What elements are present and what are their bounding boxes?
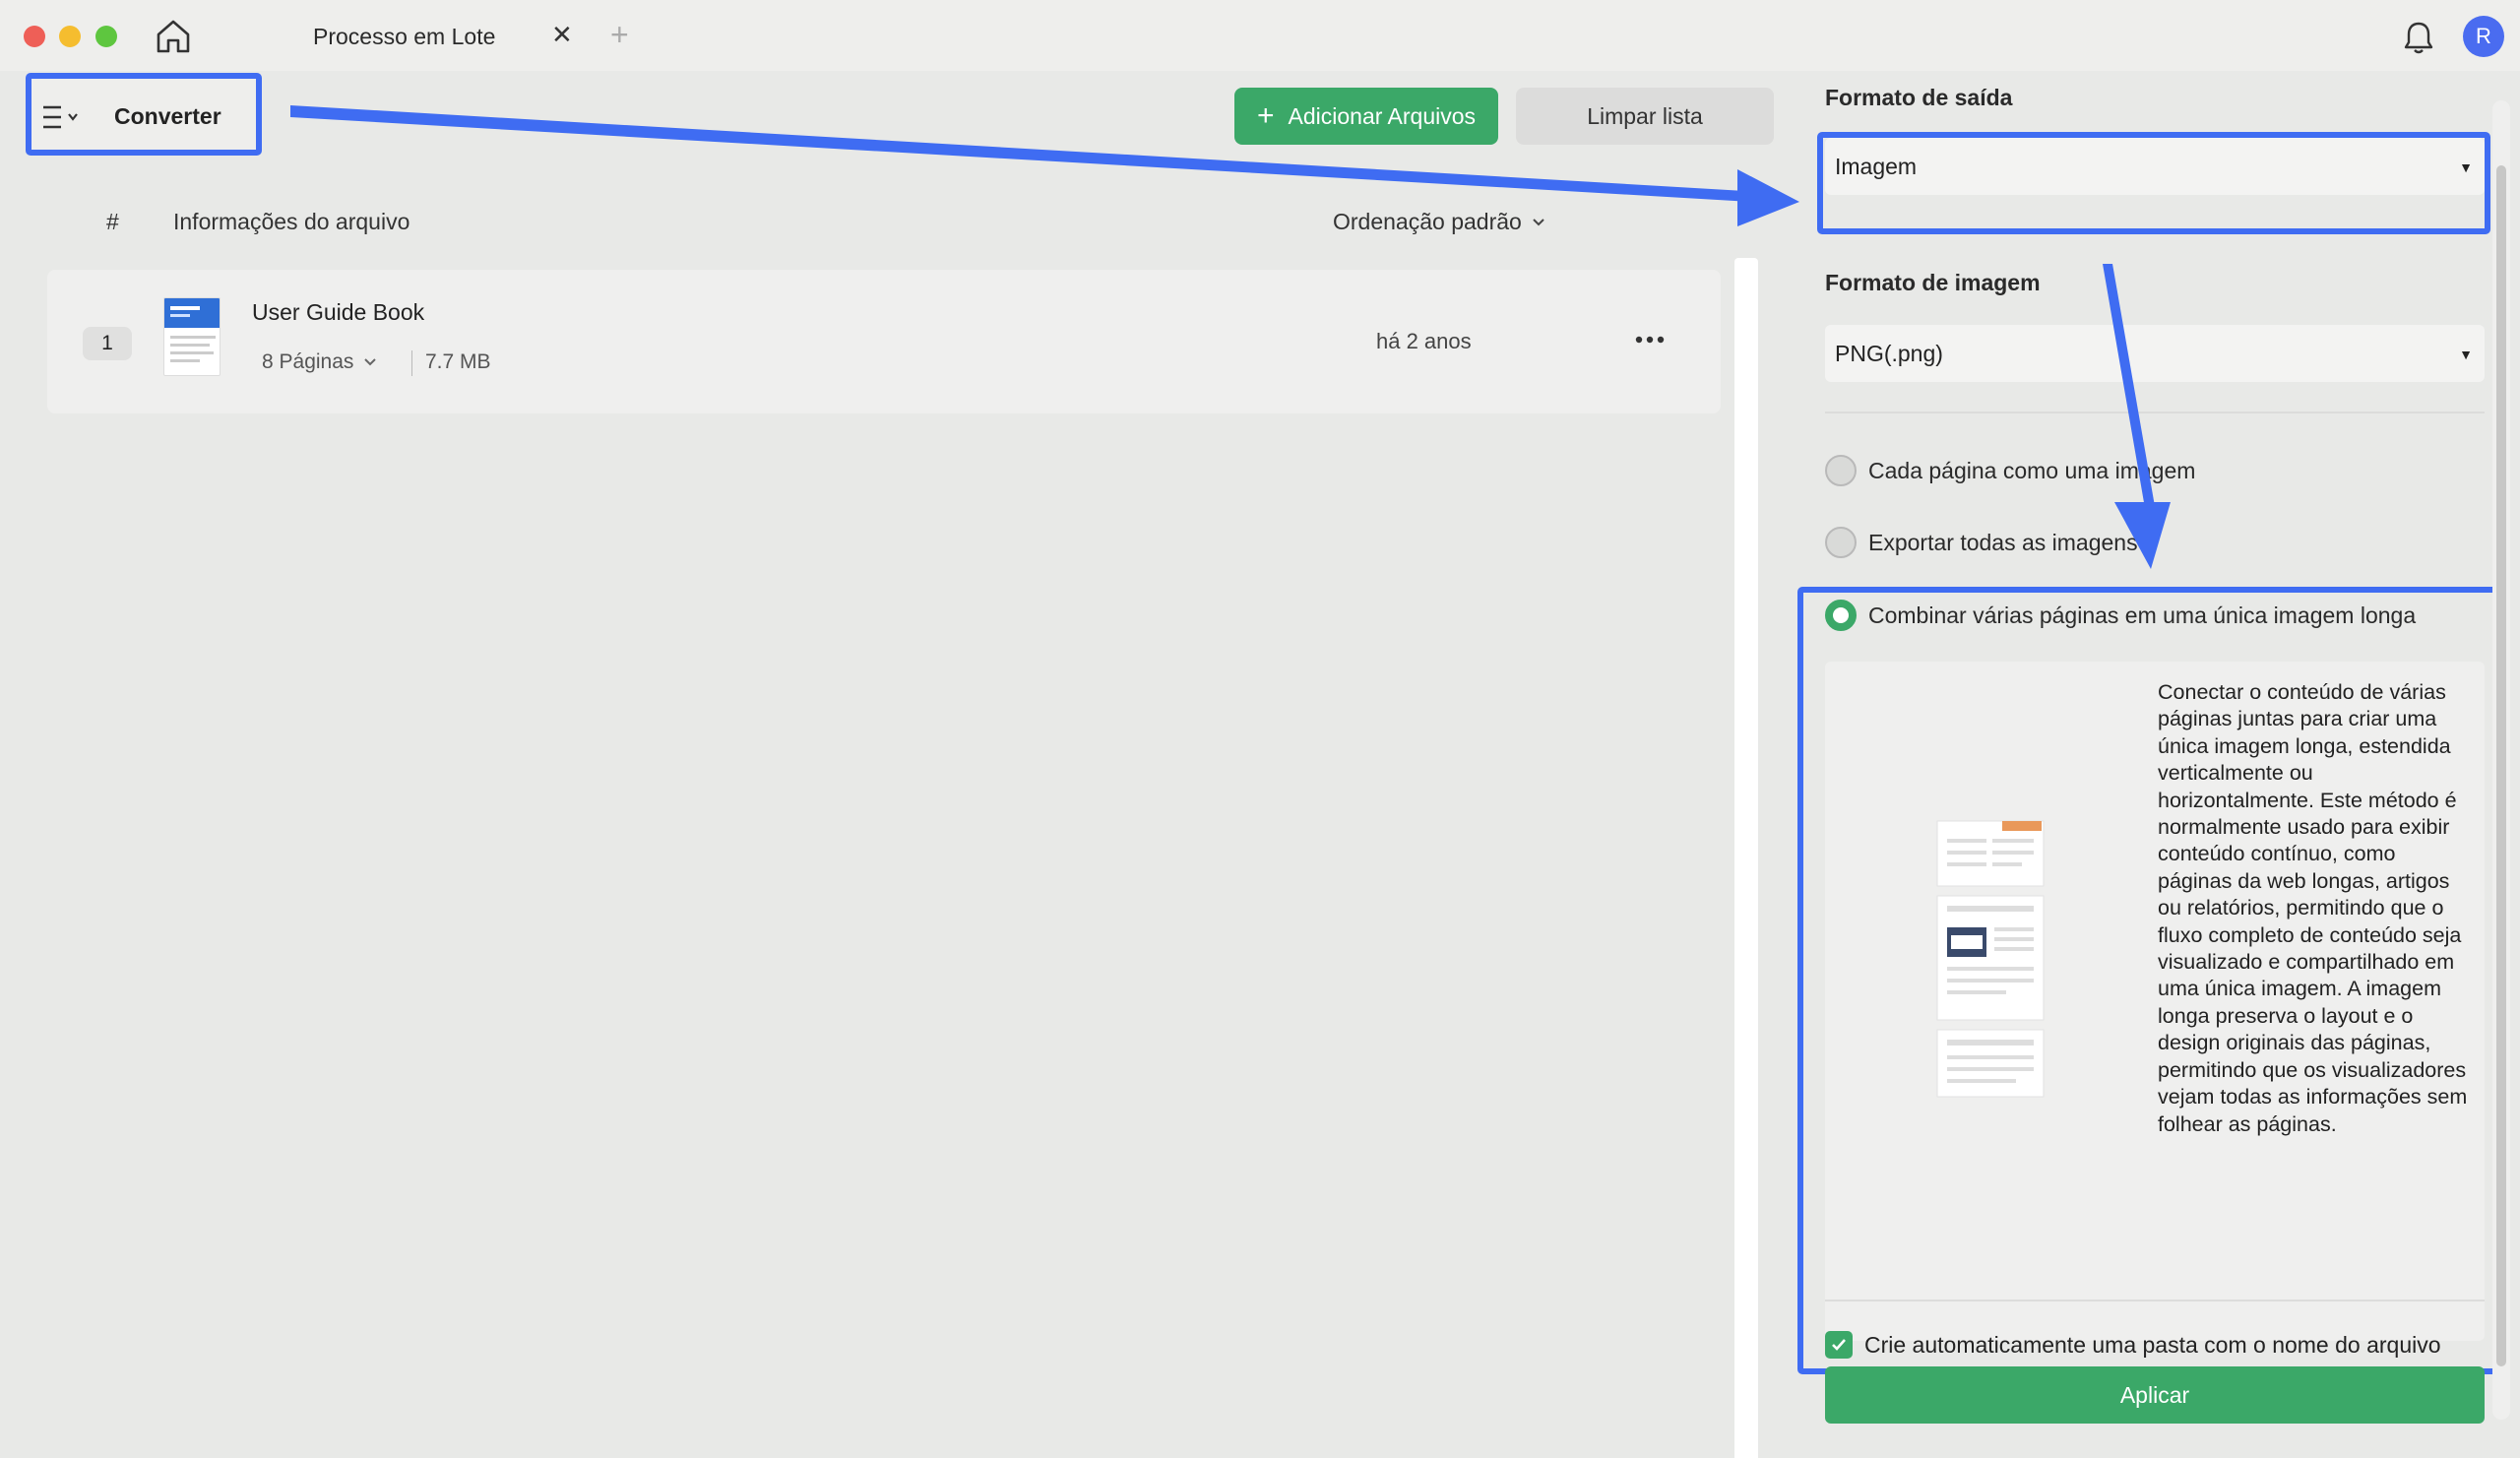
apply-button[interactable]: Aplicar <box>1825 1366 2485 1424</box>
radio-unchecked[interactable] <box>1825 527 1857 558</box>
option-each-page[interactable]: Cada página como uma imagem <box>1825 455 2195 486</box>
radio-checked[interactable] <box>1825 600 1857 631</box>
chevron-down-icon <box>364 358 377 366</box>
page-count: 8 Páginas <box>262 350 354 373</box>
option-label: Combinar várias páginas em uma única ima… <box>1868 602 2417 628</box>
new-tab-icon[interactable]: + <box>610 17 629 52</box>
tab-close-icon[interactable]: ✕ <box>551 20 573 49</box>
plus-icon: + <box>1256 99 1275 132</box>
option-export-images[interactable]: Exportar todas as imagens <box>1825 527 2138 558</box>
list-scrollbar[interactable] <box>1734 258 1758 1458</box>
row-index: 1 <box>83 327 132 360</box>
list-header: # Informações do arquivo Ordenação padrã… <box>0 209 1752 248</box>
option-label: Cada página como uma imagem <box>1868 457 2196 483</box>
image-format-select[interactable]: PNG(.png) ▼ <box>1825 325 2485 382</box>
radio-unchecked[interactable] <box>1825 455 1857 486</box>
auto-folder-option[interactable]: Crie automaticamente uma pasta com o nom… <box>1825 1331 2441 1359</box>
clear-list-button[interactable]: Limpar lista <box>1516 88 1774 145</box>
add-files-label: Adicionar Arquivos <box>1288 102 1477 129</box>
menu-icon <box>43 105 78 129</box>
divider <box>411 350 412 376</box>
more-options-icon[interactable] <box>1632 325 1668 354</box>
sort-dropdown[interactable]: Ordenação padrão <box>1333 209 1545 235</box>
auto-folder-label: Crie automaticamente uma pasta com o nom… <box>1864 1331 2441 1358</box>
sort-label: Ordenação padrão <box>1333 209 1522 234</box>
chevron-down-icon <box>1533 218 1544 225</box>
output-format-label: Formato de saída <box>1825 85 2013 110</box>
app-window: Processo em Lote ✕ + R Converter + Adici… <box>0 0 2520 1458</box>
converter-label: Converter <box>114 103 221 129</box>
file-row[interactable]: 1 User Guide Book 8 Páginas 7.7 MB há 2 … <box>47 270 1721 413</box>
settings-panel: Formato de saída Imagem ▼ Formato de ima… <box>1792 71 2520 1458</box>
long-image-preview <box>1936 820 2045 1098</box>
home-icon[interactable] <box>154 18 193 55</box>
file-thumbnail <box>163 297 220 376</box>
annotation-highlight-output <box>1817 132 2490 234</box>
column-file-info: Informações do arquivo <box>173 209 410 234</box>
tab-title[interactable]: Processo em Lote <box>313 24 495 50</box>
option-description: Conectar o conteúdo de várias páginas ju… <box>2158 680 2468 1136</box>
file-name: User Guide Book <box>252 299 425 325</box>
file-size: 7.7 MB <box>425 350 491 373</box>
file-date: há 2 anos <box>1376 329 1472 353</box>
option-combine-long-image[interactable]: Combinar várias páginas em uma única ima… <box>1825 600 2416 631</box>
user-avatar[interactable]: R <box>2463 16 2504 57</box>
converter-menu[interactable]: Converter <box>26 73 262 156</box>
image-format-value: PNG(.png) <box>1835 340 1943 366</box>
option-label: Exportar todas as imagens <box>1868 529 2138 555</box>
pages-dropdown[interactable]: 8 Páginas <box>262 350 377 374</box>
minimize-window-button[interactable] <box>59 26 81 47</box>
divider <box>1825 1300 2485 1301</box>
divider <box>1825 412 2485 413</box>
bell-icon[interactable] <box>2402 20 2435 55</box>
column-index: # <box>106 209 119 234</box>
file-list-panel: Converter + Adicionar Arquivos Limpar li… <box>0 71 1774 1458</box>
image-format-label: Formato de imagem <box>1825 270 2041 295</box>
description-card: Conectar o conteúdo de várias páginas ju… <box>1825 662 2485 1341</box>
settings-scrollbar-thumb[interactable] <box>2496 165 2506 1366</box>
add-files-button[interactable]: + Adicionar Arquivos <box>1234 88 1498 145</box>
title-bar: Processo em Lote ✕ + R <box>0 0 2520 71</box>
maximize-window-button[interactable] <box>95 26 117 47</box>
close-window-button[interactable] <box>24 26 45 47</box>
checkbox-checked[interactable] <box>1825 1331 1853 1359</box>
caret-down-icon: ▼ <box>2459 347 2473 362</box>
